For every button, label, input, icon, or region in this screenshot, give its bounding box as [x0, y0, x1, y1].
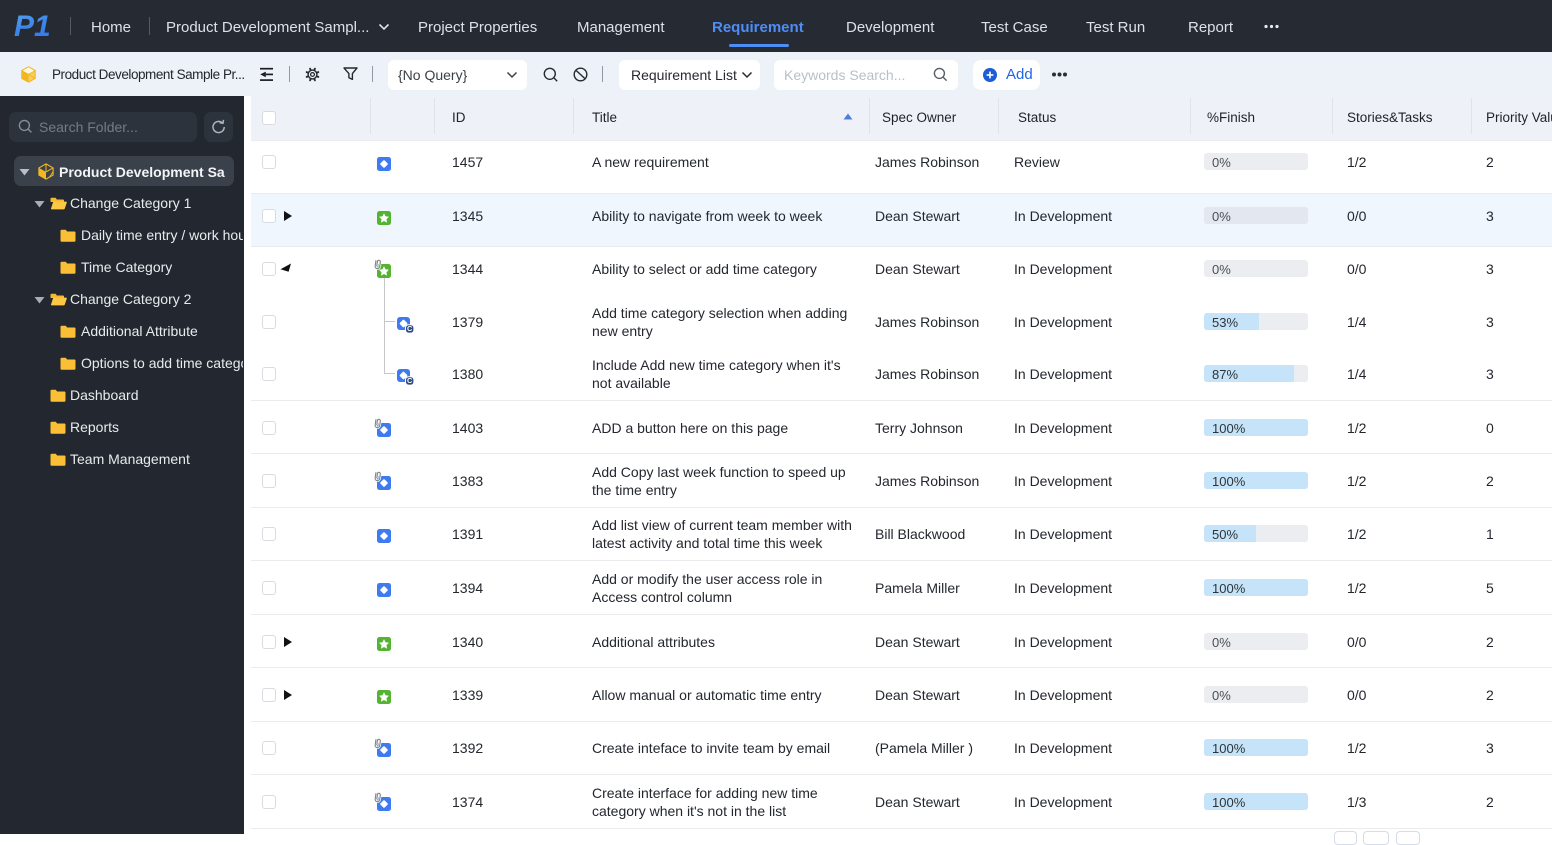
svg-text:C: C — [407, 376, 413, 385]
svg-text:P1: P1 — [14, 10, 51, 43]
svg-text:C: C — [407, 324, 413, 333]
